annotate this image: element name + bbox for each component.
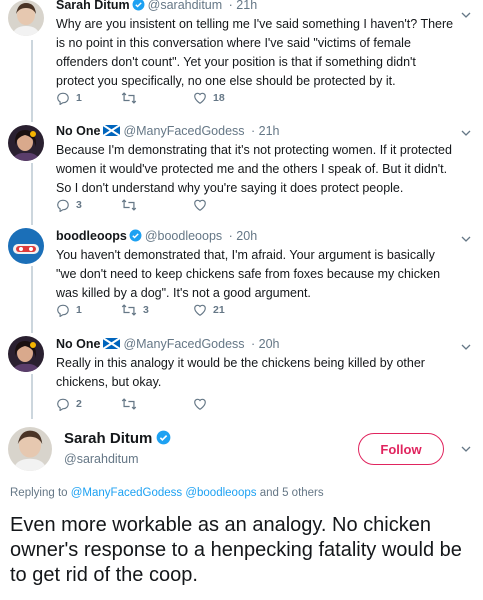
reply-button[interactable]: 3: [56, 198, 82, 212]
author-name[interactable]: No One: [56, 124, 100, 138]
replying-user-link[interactable]: @boodleoops: [185, 487, 256, 499]
like-count: 21: [213, 304, 225, 316]
heart-icon: [194, 304, 206, 316]
retweet-button[interactable]: [121, 397, 143, 411]
replying-prefix: Replying to: [10, 487, 68, 499]
author-handle[interactable]: @ManyFacedGodess: [123, 337, 244, 351]
reply-icon: [57, 92, 69, 105]
tweet-text: You haven't demonstrated that, I'm afrai…: [56, 248, 441, 300]
reply-icon: [57, 398, 69, 411]
author-handle[interactable]: @ManyFacedGodess: [123, 124, 244, 138]
verified-badge-icon: [132, 0, 145, 11]
replying-to: Replying to @ManyFacedGodess @boodleoops…: [10, 487, 324, 499]
retweet-button[interactable]: 3: [121, 303, 149, 317]
reply-icon: [57, 304, 69, 317]
reply-icon: [57, 199, 69, 212]
chevron-down-icon[interactable]: [461, 234, 471, 244]
thread-line: [31, 40, 33, 122]
avatar[interactable]: [8, 336, 44, 372]
reply-count: 3: [76, 199, 82, 211]
scotland-flag-icon: [103, 338, 121, 349]
verified-badge-icon: [156, 430, 171, 445]
retweet-icon: [121, 92, 137, 104]
author-name[interactable]: boodleoops: [56, 229, 127, 243]
retweet-icon: [121, 304, 137, 316]
main-author-name[interactable]: Sarah Ditum: [64, 430, 171, 447]
chevron-down-icon[interactable]: [461, 10, 471, 20]
reply-button[interactable]: 1: [56, 303, 82, 317]
tweet-text: Why are you insistent on telling me I've…: [56, 17, 454, 88]
retweet-icon: [121, 398, 137, 410]
author-handle[interactable]: @sarahditum: [148, 0, 223, 12]
reply-count: 1: [76, 92, 82, 104]
replying-others-link[interactable]: and 5 others: [260, 487, 324, 499]
like-button[interactable]: 21: [193, 303, 225, 317]
heart-icon: [194, 398, 206, 410]
author-name[interactable]: Sarah Ditum: [56, 0, 130, 12]
tweet-time[interactable]: · 21h: [251, 124, 280, 138]
retweet-icon: [121, 199, 137, 211]
follow-button[interactable]: Follow: [358, 433, 444, 465]
like-button[interactable]: 18: [193, 91, 225, 105]
main-author-handle[interactable]: @sarahditum: [64, 452, 139, 466]
thread-line: [31, 374, 33, 419]
verified-badge-icon: [129, 229, 142, 242]
chevron-down-icon[interactable]: [461, 444, 471, 454]
author-name[interactable]: No One: [56, 337, 100, 351]
thread-line: [31, 163, 33, 225]
like-button[interactable]: [193, 198, 213, 212]
replying-user-link[interactable]: @ManyFacedGodess: [71, 487, 182, 499]
main-author-name-text: Sarah Ditum: [64, 430, 153, 447]
tweet-time[interactable]: · 21h: [229, 0, 258, 12]
tweet-text: Really in this analogy it would be the c…: [56, 356, 425, 389]
reply-button[interactable]: 2: [56, 397, 82, 411]
thread-line: [31, 266, 33, 333]
reply-count: 1: [76, 304, 82, 316]
tweet-time[interactable]: · 20h: [251, 337, 280, 351]
main-tweet-text: Even more workable as an analogy. No chi…: [10, 514, 462, 586]
main-avatar[interactable]: [8, 427, 52, 471]
scotland-flag-icon: [103, 125, 121, 136]
tweet-time[interactable]: · 20h: [229, 229, 258, 243]
tweet-text: Because I'm demonstrating that it's not …: [56, 143, 452, 195]
avatar[interactable]: [8, 125, 44, 161]
avatar[interactable]: [8, 228, 44, 264]
chevron-down-icon[interactable]: [461, 128, 471, 138]
avatar[interactable]: [8, 0, 44, 36]
reply-count: 2: [76, 398, 82, 410]
retweet-count: 3: [143, 304, 149, 316]
author-handle[interactable]: @boodleoops: [145, 229, 222, 243]
heart-icon: [194, 92, 206, 104]
like-count: 18: [213, 92, 225, 104]
reply-button[interactable]: 1: [56, 91, 82, 105]
like-button[interactable]: [193, 397, 213, 411]
heart-icon: [194, 199, 206, 211]
chevron-down-icon[interactable]: [461, 342, 471, 352]
retweet-button[interactable]: [121, 198, 143, 212]
retweet-button[interactable]: [121, 91, 143, 105]
